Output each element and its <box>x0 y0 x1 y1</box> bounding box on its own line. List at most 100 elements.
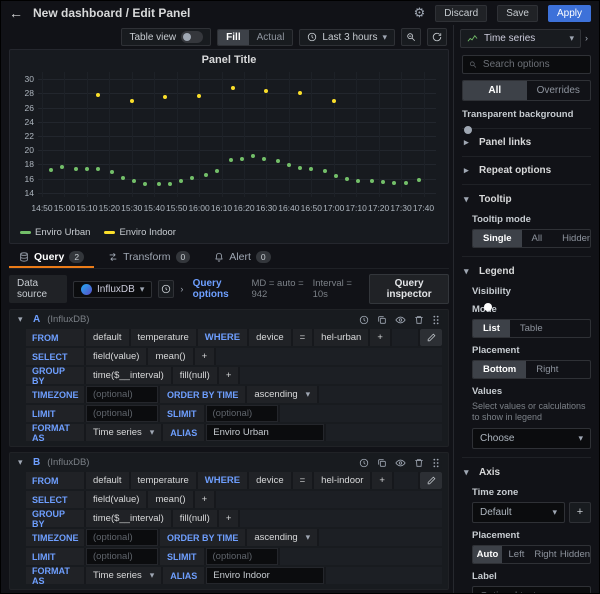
panel-title[interactable]: Panel Title <box>10 50 448 68</box>
add-timezone-button[interactable]: + <box>569 502 591 523</box>
format-as-label[interactable]: FORMAT AS <box>26 567 84 584</box>
datasource-select[interactable]: InfluxDB ▾ <box>73 281 152 298</box>
where-keyword[interactable]: WHERE <box>198 472 247 489</box>
where-tag-value[interactable]: hel-urban <box>314 329 368 346</box>
legend-section-header[interactable]: ▾ Legend <box>462 263 591 279</box>
table-view-control[interactable]: Table view <box>121 28 211 46</box>
select-add-button[interactable]: + <box>195 348 215 365</box>
where-keyword[interactable]: WHERE <box>198 329 247 346</box>
where-tag-key[interactable]: device <box>249 329 290 346</box>
select-label[interactable]: SELECT <box>26 491 84 508</box>
tooltip-mode-single[interactable]: Single <box>473 230 522 247</box>
select-aggregation[interactable]: mean() <box>148 491 192 508</box>
back-arrow-icon[interactable]: ← <box>9 5 23 21</box>
legend-values-select[interactable]: Choose ▾ <box>472 428 591 449</box>
group-by-time[interactable]: time($__interval) <box>86 510 171 527</box>
alias-input[interactable] <box>206 424 324 441</box>
axis-placement-auto[interactable]: Auto <box>473 546 502 563</box>
duplicate-icon[interactable] <box>377 315 387 325</box>
tab-overrides[interactable]: Overrides <box>527 81 591 100</box>
legend-placement-bottom[interactable]: Bottom <box>473 361 526 378</box>
datasource-help-button[interactable] <box>158 280 174 298</box>
legend-mode-table[interactable]: Table <box>510 320 553 337</box>
duplicate-icon[interactable] <box>377 458 387 468</box>
query-letter[interactable]: B <box>33 457 40 468</box>
group-by-add-button[interactable]: + <box>219 367 239 384</box>
tab-alert[interactable]: Alert 0 <box>204 248 280 268</box>
axis-placement-right[interactable]: Right <box>531 546 560 563</box>
panel-links-section[interactable]: ▸ Panel links <box>462 128 591 156</box>
order-by-select[interactable]: ascending ▾ <box>247 386 317 403</box>
edit-raw-query-button[interactable] <box>420 329 442 346</box>
from-policy[interactable]: default <box>86 472 129 489</box>
chevron-down-icon[interactable]: ▾ <box>18 457 26 468</box>
timezone-label[interactable]: TIMEZONE <box>26 386 84 403</box>
axis-placement-left[interactable]: Left <box>502 546 531 563</box>
tab-transform[interactable]: Transform 0 <box>98 248 200 268</box>
format-as-select[interactable]: Time series ▾ <box>86 567 161 584</box>
drag-handle-icon[interactable] <box>432 458 440 468</box>
apply-button[interactable]: Apply <box>548 5 591 22</box>
slimit-input[interactable] <box>206 548 278 565</box>
where-tag-value[interactable]: hel-indoor <box>314 472 370 489</box>
trash-icon[interactable] <box>414 458 424 468</box>
query-options-link[interactable]: Query options <box>193 278 246 300</box>
legend-placement-right[interactable]: Right <box>526 361 568 378</box>
search-input[interactable] <box>483 59 584 70</box>
select-field[interactable]: field(value) <box>86 491 146 508</box>
edit-raw-query-button[interactable] <box>420 472 442 489</box>
order-by-label[interactable]: ORDER BY TIME <box>160 529 245 546</box>
where-operator[interactable]: = <box>293 472 313 489</box>
from-measurement[interactable]: temperature <box>131 329 196 346</box>
legend-mode-list[interactable]: List <box>473 320 510 337</box>
slimit-label[interactable]: SLIMIT <box>160 548 204 565</box>
legend-item-indoor[interactable]: Enviro Indoor <box>104 227 176 238</box>
chevron-down-icon[interactable]: ▾ <box>18 314 26 325</box>
select-aggregation[interactable]: mean() <box>148 348 192 365</box>
axis-timezone-select[interactable]: Default ▾ <box>472 502 565 523</box>
visualization-select[interactable]: Time series ▾ <box>460 29 581 48</box>
from-policy[interactable]: default <box>86 329 129 346</box>
where-add-button[interactable]: + <box>372 472 392 489</box>
fill-option[interactable]: Fill <box>218 30 248 45</box>
group-by-label[interactable]: GROUP BY <box>26 510 84 527</box>
where-add-button[interactable]: + <box>370 329 390 346</box>
limit-label[interactable]: LIMIT <box>26 548 84 565</box>
slimit-input[interactable] <box>206 405 278 422</box>
limit-label[interactable]: LIMIT <box>26 405 84 422</box>
limit-input[interactable] <box>86 548 158 565</box>
alias-input[interactable] <box>206 567 324 584</box>
from-label[interactable]: FROM <box>26 329 84 346</box>
discard-button[interactable]: Discard <box>435 5 487 22</box>
eye-icon[interactable] <box>395 458 406 468</box>
group-by-label[interactable]: GROUP BY <box>26 367 84 384</box>
tooltip-section-header[interactable]: ▾ Tooltip <box>462 191 591 207</box>
select-label[interactable]: SELECT <box>26 348 84 365</box>
group-by-fill[interactable]: fill(null) <box>173 367 217 384</box>
select-add-button[interactable]: + <box>195 491 215 508</box>
time-range-picker[interactable]: Last 3 hours ▾ <box>299 29 395 46</box>
tooltip-mode-hidden[interactable]: Hidden <box>552 230 591 247</box>
table-view-toggle[interactable] <box>181 31 203 43</box>
save-button[interactable]: Save <box>497 5 538 22</box>
order-by-label[interactable]: ORDER BY TIME <box>160 386 245 403</box>
query-letter[interactable]: A <box>33 314 40 325</box>
query-inspector-button[interactable]: Query inspector <box>369 274 449 304</box>
timezone-input[interactable] <box>86 386 158 403</box>
alias-label[interactable]: ALIAS <box>163 567 204 584</box>
group-by-add-button[interactable]: + <box>219 510 239 527</box>
select-field[interactable]: field(value) <box>86 348 146 365</box>
alias-label[interactable]: ALIAS <box>163 424 204 441</box>
chart-plot-area[interactable] <box>38 72 436 197</box>
history-icon[interactable] <box>359 458 369 468</box>
zoom-out-button[interactable] <box>401 28 421 46</box>
from-label[interactable]: FROM <box>26 472 84 489</box>
gear-icon[interactable]: ⚙ <box>414 5 426 21</box>
tooltip-mode-all[interactable]: All <box>522 230 553 247</box>
where-tag-key[interactable]: device <box>249 472 290 489</box>
repeat-options-section[interactable]: ▸ Repeat options <box>462 156 591 184</box>
tab-query[interactable]: Query 2 <box>9 248 94 268</box>
timezone-label[interactable]: TIMEZONE <box>26 529 84 546</box>
legend-item-urban[interactable]: Enviro Urban <box>20 227 90 238</box>
format-as-select[interactable]: Time series ▾ <box>86 424 161 441</box>
